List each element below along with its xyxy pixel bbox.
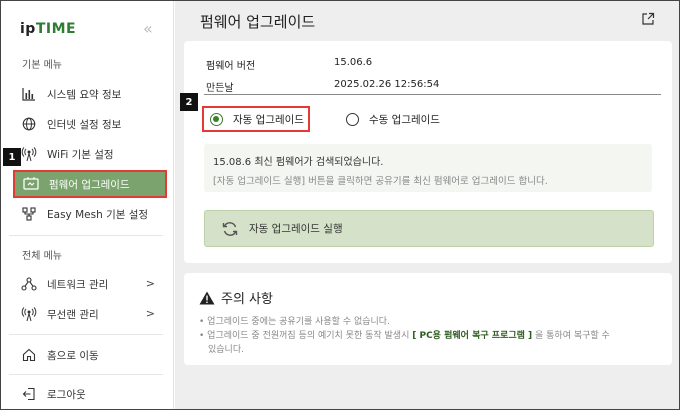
sidebar-item-label: 로그아웃 — [47, 388, 86, 401]
notice-line-1: 15.08.6 최신 펌웨어가 검색되었습니다. — [213, 157, 384, 168]
sidebar: ipTIME ‹‹ 기본 메뉴 시스템 요약 정보 인터넷 설정 정보 WiFi… — [1, 1, 174, 409]
sidebar-item-label: 펌웨어 업그레이드 — [49, 178, 130, 191]
caution-card: 주의 사항 업그레이드 중에는 공유기를 사용할 수 없습니다. 업그레이드 중… — [184, 273, 672, 365]
build-date-value: 2025.02.26 12:56:54 — [334, 79, 440, 90]
wifi-icon — [21, 146, 37, 162]
caution-item-2-cont: 있습니다. — [208, 345, 244, 355]
sidebar-item-home[interactable]: 홈으로 이동 — [21, 343, 161, 367]
export-icon[interactable] — [641, 12, 657, 28]
full-menu-label: 전체 메뉴 — [22, 251, 62, 262]
caution-item-1: 업그레이드 중에는 공유기를 사용할 수 없습니다. — [199, 315, 669, 329]
auto-upgrade-radio[interactable]: 자동 업그레이드 — [202, 106, 310, 132]
page-title: 펌웨어 업그레이드 — [200, 13, 316, 31]
radio-unchecked-icon — [346, 112, 359, 126]
radio-checked-icon — [210, 112, 223, 126]
warning-icon — [199, 291, 215, 305]
caution-item-2: 업그레이드 중 전원꺼짐 등의 예기치 못한 동작 발생시 [ PC용 펌웨어 … — [199, 329, 669, 343]
divider — [204, 94, 661, 95]
upgrade-notice: 15.08.6 최신 펌웨어가 검색되었습니다. [자동 업그레이드 실행] 버… — [204, 144, 652, 192]
refresh-icon — [221, 220, 239, 238]
home-icon — [21, 347, 37, 363]
globe-icon — [21, 116, 37, 132]
annotation-badge-1: 1 — [3, 148, 21, 166]
sidebar-item-logout[interactable]: 로그아웃 — [21, 382, 161, 406]
main-content: 펌웨어 업그레이드 펌웨어 버전 15.06.6 만든날 2025.02.26 … — [175, 1, 679, 409]
caution-item-2-tail: 을 통하여 복구할 수 — [535, 331, 610, 341]
notice-line-2: [자동 업그레이드 실행] 버튼을 클릭하면 공유기를 최신 펌웨어로 업그레이… — [213, 176, 548, 187]
firmware-version-value: 15.06.6 — [334, 57, 373, 68]
sidebar-item-label: Easy Mesh 기본 설정 — [47, 208, 149, 221]
manual-upgrade-radio[interactable]: 수동 업그레이드 — [340, 106, 460, 132]
run-auto-upgrade-button[interactable]: 자동 업그레이드 실행 — [204, 210, 654, 247]
caution-heading: 주의 사항 — [199, 288, 273, 307]
sidebar-item-wifi-settings[interactable]: WiFi 기본 설정 — [21, 142, 161, 166]
logout-icon — [21, 386, 37, 402]
sidebar-item-label: 홈으로 이동 — [47, 349, 99, 362]
annotation-badge-2: 2 — [180, 93, 198, 111]
sidebar-item-firmware-upgrade[interactable]: 펌웨어 업그레이드 — [13, 170, 167, 198]
run-button-label: 자동 업그레이드 실행 — [249, 223, 343, 235]
sidebar-item-easy-mesh[interactable]: Easy Mesh 기본 설정 — [21, 202, 161, 226]
firmware-version-label: 펌웨어 버전 — [206, 61, 256, 72]
manual-upgrade-label: 수동 업그레이드 — [369, 113, 440, 126]
sidebar-item-label: 무선랜 관리 — [47, 308, 99, 321]
sidebar-item-label: 시스템 요약 정보 — [47, 88, 122, 101]
double-chevron-left-icon[interactable]: ‹‹ — [143, 19, 153, 38]
firmware-icon — [23, 176, 39, 192]
auto-upgrade-label: 자동 업그레이드 — [233, 113, 304, 126]
divider — [9, 334, 163, 335]
sidebar-item-system-summary[interactable]: 시스템 요약 정보 — [21, 82, 161, 106]
network-icon — [21, 276, 37, 292]
caution-text: 업그레이드 중에는 공유기를 사용할 수 없습니다. 업그레이드 중 전원꺼짐 … — [199, 315, 669, 357]
chevron-right-icon: > — [145, 277, 155, 290]
sidebar-item-label: WiFi 기본 설정 — [47, 148, 114, 161]
firmware-card: 펌웨어 버전 15.06.6 만든날 2025.02.26 12:56:54 자… — [184, 41, 672, 263]
chevron-right-icon: > — [145, 307, 155, 320]
sidebar-item-label: 인터넷 설정 정보 — [47, 118, 122, 131]
sidebar-item-label: 네트워크 관리 — [47, 278, 109, 291]
divider — [9, 374, 163, 375]
mesh-icon — [21, 206, 37, 222]
recovery-program-link: [ PC용 펌웨어 복구 프로그램 ] — [412, 331, 533, 341]
sidebar-item-network-management[interactable]: 네트워크 관리 > — [21, 272, 161, 296]
caution-item-2-text: 업그레이드 중 전원꺼짐 등의 예기치 못한 동작 발생시 — [207, 331, 410, 341]
bar-chart-icon — [21, 86, 37, 102]
caution-title: 주의 사항 — [221, 292, 273, 307]
build-date-label: 만든날 — [206, 83, 234, 94]
iptime-logo[interactable]: ipTIME — [20, 21, 76, 37]
basic-menu-label: 기본 메뉴 — [22, 60, 62, 71]
sidebar-item-internet-settings[interactable]: 인터넷 설정 정보 — [21, 112, 161, 136]
wireless-icon — [21, 306, 37, 322]
divider — [9, 235, 163, 236]
sidebar-item-wireless-management[interactable]: 무선랜 관리 > — [21, 302, 161, 326]
